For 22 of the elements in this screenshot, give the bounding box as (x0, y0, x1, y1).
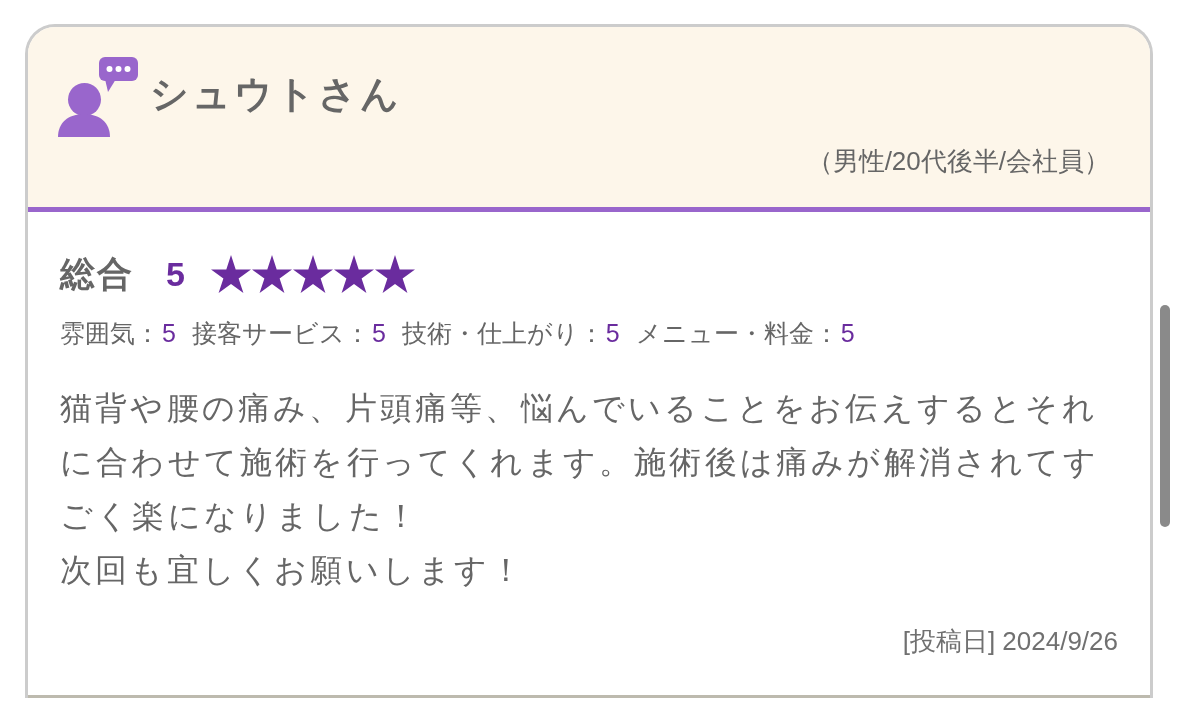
rating-value: 5 (840, 318, 855, 348)
rating-value: 5 (162, 318, 176, 348)
review-comment: 猫背や腰の痛み、片頭痛等、悩んでいることをお伝えするとそれに合わせて施術を行ってくれます。施術後は痛みが解消されてすごく楽になりました！ (60, 389, 1100, 536)
star-icon (251, 255, 292, 293)
reviewer-name: シュウトさん (150, 71, 402, 117)
rating-label: 接客サービス： (191, 317, 370, 349)
scrollbar-thumb[interactable] (1160, 305, 1170, 527)
star-icon (333, 255, 374, 293)
star-icon (210, 255, 251, 293)
rating-label: 技術・仕上がり： (401, 317, 604, 349)
rating-value: 5 (371, 318, 386, 348)
rating-label: 雰囲気： (60, 317, 160, 349)
rating-value: 5 (605, 318, 620, 348)
star-icon (374, 255, 415, 293)
review-comment: 次回も宜しくお願いします！ (60, 551, 527, 590)
overall-label: 総合 (60, 252, 134, 295)
reviewer-profile: （男性/20代後半/会社員） (806, 145, 1110, 178)
rating-label: メニュー・料金： (635, 317, 839, 349)
post-date: [投稿日] 2024/9/26 (902, 625, 1118, 658)
overall-score: 5 (166, 254, 185, 294)
star-icon (292, 255, 333, 293)
person-speech-bubble-icon (58, 57, 138, 137)
